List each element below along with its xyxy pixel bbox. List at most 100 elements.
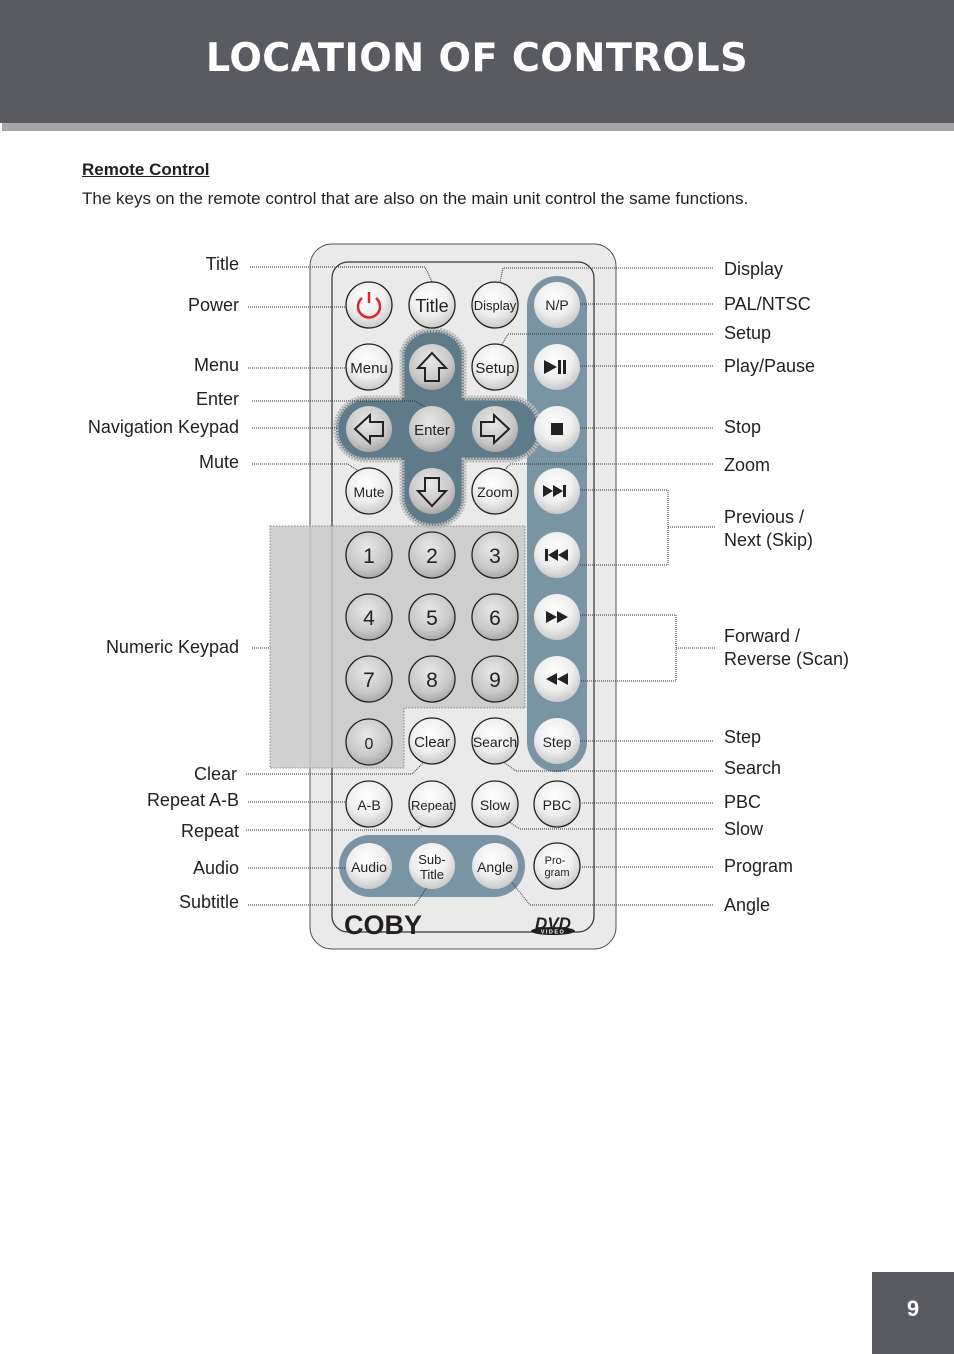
callout-step: Step xyxy=(724,727,762,747)
menu-button[interactable]: Menu xyxy=(345,343,393,391)
audio-button-label: Audio xyxy=(351,859,387,875)
digit-9-button[interactable]: 9 xyxy=(471,655,519,703)
callout-repeat: Repeat xyxy=(180,821,239,841)
play-pause-button[interactable] xyxy=(534,344,580,390)
dvd-video-logo: DVD VIDEO xyxy=(531,914,575,936)
callout-power: Power xyxy=(187,295,239,315)
slow-button[interactable]: Slow xyxy=(471,780,519,828)
digit-8-button[interactable]: 8 xyxy=(408,655,456,703)
enter-button-label: Enter xyxy=(414,422,450,439)
step-button-label: Step xyxy=(543,734,572,750)
callout-mute: Mute xyxy=(198,452,239,472)
clear-button-label: Clear xyxy=(414,734,450,751)
digit-7-button[interactable]: 7 xyxy=(345,655,393,703)
step-button[interactable]: Step xyxy=(534,718,580,764)
title-button[interactable]: Title xyxy=(408,281,456,329)
digit-3-button[interactable]: 3 xyxy=(471,531,519,579)
callout-pbc: PBC xyxy=(724,792,762,812)
stop-icon xyxy=(551,423,563,435)
digit-label: 4 xyxy=(363,607,375,630)
pbc-button[interactable]: PBC xyxy=(533,780,581,828)
program-button[interactable]: Pro- gram xyxy=(533,842,581,890)
callout-pal-ntsc: PAL/NTSC xyxy=(724,294,811,314)
digit-0-button[interactable]: 0 xyxy=(345,718,393,766)
subtitle-button-label: Sub- xyxy=(418,852,445,867)
angle-button[interactable]: Angle xyxy=(472,843,518,889)
page-number-box: 9 xyxy=(872,1272,954,1354)
enter-button[interactable]: Enter xyxy=(409,406,455,452)
remote-diagram: Title Display N/P Menu Setup Enter Mute … xyxy=(246,243,716,950)
digit-label: 3 xyxy=(489,545,501,568)
np-button[interactable]: N/P xyxy=(534,282,580,328)
clear-button[interactable]: Clear xyxy=(408,717,456,765)
digit-label: 9 xyxy=(489,669,501,692)
down-button[interactable] xyxy=(409,468,455,514)
video-logo-text: VIDEO xyxy=(541,930,566,936)
digit-label: 6 xyxy=(489,607,501,630)
setup-button-label: Setup xyxy=(475,360,514,377)
subtitle-button-label: Title xyxy=(420,867,444,882)
callout-zoom: Zoom xyxy=(724,455,771,475)
callout-stop: Stop xyxy=(724,417,762,437)
title-button-label: Title xyxy=(415,296,448,316)
callout-next-skip: Next (Skip) xyxy=(724,530,814,550)
callout-enter: Enter xyxy=(195,389,239,409)
callout-slow: Slow xyxy=(724,819,764,839)
previous-button[interactable] xyxy=(534,532,580,578)
program-button-label: Pro- xyxy=(545,855,566,867)
left-button[interactable] xyxy=(346,406,392,452)
search-button[interactable]: Search xyxy=(471,717,519,765)
digit-label: 2 xyxy=(426,545,438,568)
callout-previous: Previous / xyxy=(724,507,805,527)
menu-button-label: Menu xyxy=(350,360,388,377)
next-button[interactable] xyxy=(534,468,580,514)
forward-button[interactable] xyxy=(534,594,580,640)
mute-button-label: Mute xyxy=(353,484,384,500)
up-button[interactable] xyxy=(409,344,455,390)
digit-4-button[interactable]: 4 xyxy=(345,593,393,641)
callout-menu: Menu xyxy=(193,355,239,375)
zoom-button[interactable]: Zoom xyxy=(471,467,519,515)
display-button[interactable]: Display xyxy=(471,281,519,329)
digit-label: 7 xyxy=(363,669,375,692)
callout-numeric-keypad: Numeric Keypad xyxy=(105,637,239,657)
mute-button[interactable]: Mute xyxy=(345,467,393,515)
digit-6-button[interactable]: 6 xyxy=(471,593,519,641)
pbc-button-label: PBC xyxy=(543,797,572,813)
reverse-button[interactable] xyxy=(534,656,580,702)
callout-setup: Setup xyxy=(724,323,772,343)
zoom-button-label: Zoom xyxy=(477,484,513,500)
stop-button[interactable] xyxy=(534,406,580,452)
right-button[interactable] xyxy=(472,406,518,452)
callout-subtitle: Subtitle xyxy=(178,892,239,912)
program-button-label: gram xyxy=(544,867,569,879)
np-button-label: N/P xyxy=(545,297,568,313)
callout-audio: Audio xyxy=(192,858,239,878)
angle-button-label: Angle xyxy=(477,859,513,875)
callout-repeat-ab: Repeat A-B xyxy=(146,790,239,810)
callout-reverse-scan: Reverse (Scan) xyxy=(724,649,850,669)
callout-forward: Forward / xyxy=(724,626,801,646)
ab-button-label: A-B xyxy=(357,797,380,813)
digit-label: 1 xyxy=(363,545,375,568)
digit-label: 5 xyxy=(426,607,438,630)
callout-title: Title xyxy=(205,254,239,274)
repeat-button[interactable]: Repeat xyxy=(408,780,456,828)
brand-logo: COBY xyxy=(344,910,422,940)
repeat-button-label: Repeat xyxy=(411,798,453,813)
callout-clear: Clear xyxy=(193,764,237,784)
audio-button[interactable]: Audio xyxy=(346,843,392,889)
callout-search: Search xyxy=(724,758,782,778)
search-button-label: Search xyxy=(473,734,517,750)
callout-angle: Angle xyxy=(724,895,771,915)
callout-display: Display xyxy=(724,259,784,279)
digit-2-button[interactable]: 2 xyxy=(408,531,456,579)
setup-button[interactable]: Setup xyxy=(471,343,519,391)
page-number: 9 xyxy=(906,1296,920,1321)
ab-button[interactable]: A-B xyxy=(345,780,393,828)
power-button[interactable] xyxy=(345,281,393,329)
digit-1-button[interactable]: 1 xyxy=(345,531,393,579)
callout-program: Program xyxy=(724,856,794,876)
subtitle-button[interactable]: Sub- Title xyxy=(409,843,455,889)
digit-5-button[interactable]: 5 xyxy=(408,593,456,641)
